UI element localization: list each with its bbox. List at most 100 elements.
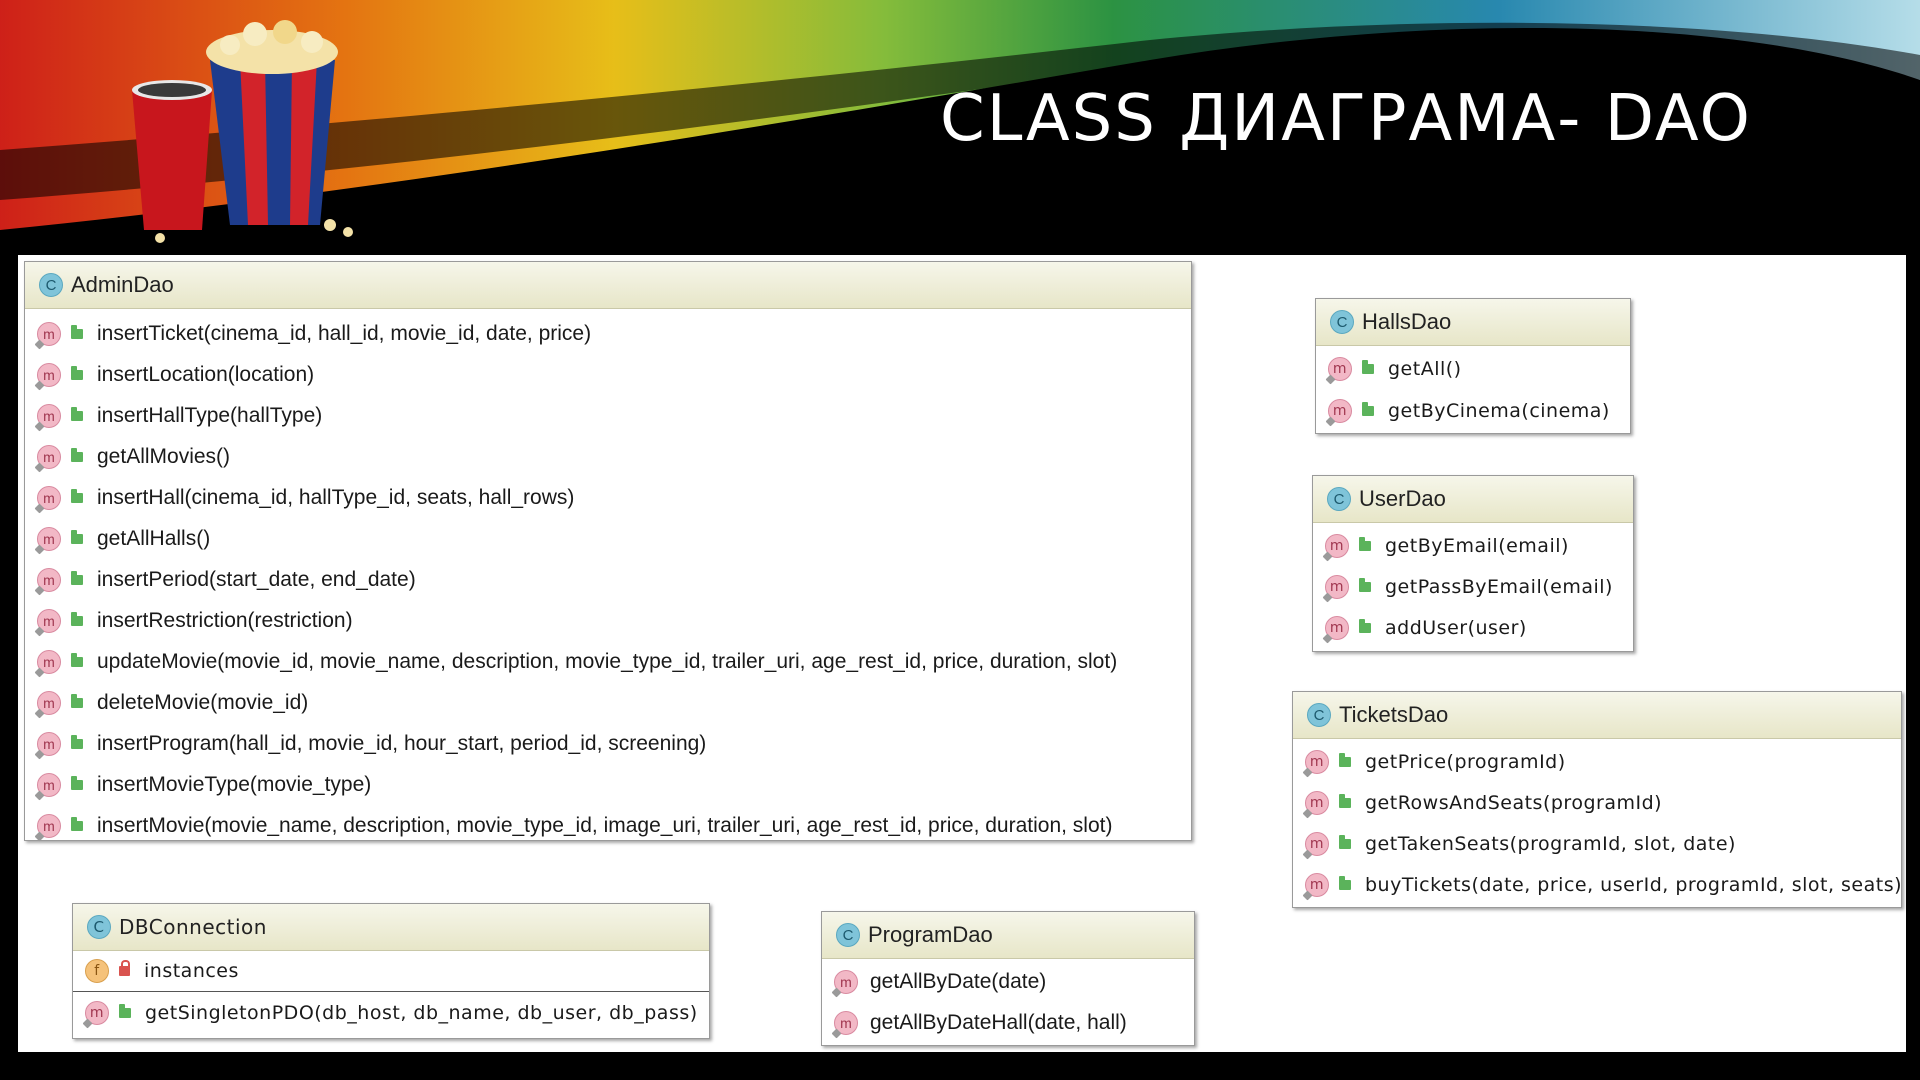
method-signature: insertHallType(hallType) — [97, 403, 323, 427]
public-visibility-icon — [1339, 752, 1351, 767]
method-signature: buyTickets(date, price, userId, programI… — [1365, 873, 1901, 896]
public-visibility-icon — [71, 816, 83, 831]
method-signature: insertRestriction(restriction) — [97, 608, 353, 632]
methods-compartment: m getAll() m getByCinema(cinema) — [1316, 346, 1630, 432]
method-icon: m — [85, 1001, 109, 1025]
public-visibility-icon — [71, 529, 83, 544]
popcorn-and-cup-illustration — [132, 20, 353, 243]
method-row: m insertMovieType(movie_type) — [25, 764, 1191, 805]
method-signature: insertPeriod(start_date, end_date) — [97, 567, 416, 591]
method-row: m getSingletonPDO(db_host, db_name, db_us… — [73, 992, 709, 1034]
method-row: m insertTicket(cinema_id, hall_id, movie_… — [25, 313, 1191, 354]
method-row: m buyTickets(date, price, userId, program… — [1293, 864, 1901, 905]
class-name: UserDao — [1359, 486, 1446, 511]
method-row: m insertHallType(hallType) — [25, 395, 1191, 436]
class-icon: C — [87, 915, 111, 939]
class-admin-dao: C AdminDao m insertTicket(cinema_id, hall… — [24, 261, 1192, 841]
method-signature: getAll() — [1388, 358, 1462, 380]
method-icon: m — [1325, 615, 1349, 640]
slide-title: CLASS ДИАГРАМА- DAO — [940, 82, 1752, 156]
diagram-canvas: C AdminDao m insertTicket(cinema_id, hall… — [18, 255, 1906, 1052]
fields-compartment: f instances — [73, 951, 709, 991]
method-icon: m — [37, 567, 61, 592]
method-row: m getAllMovies() — [25, 436, 1191, 477]
method-row: m getPrice(programId) — [1293, 741, 1901, 782]
method-signature: insertProgram(hall_id, movie_id, hour_st… — [97, 731, 707, 755]
class-icon: C — [1307, 703, 1331, 727]
method-signature: getTakenSeats(programId, slot, date) — [1365, 832, 1736, 855]
method-signature: getPassByEmail(email) — [1385, 575, 1613, 598]
slide-header: CLASS ДИАГРАМА- DAO — [0, 0, 1920, 255]
public-visibility-icon — [1359, 618, 1371, 633]
method-icon: m — [37, 690, 61, 715]
slide-bottom-band — [0, 1052, 1920, 1080]
method-row: m insertPeriod(start_date, end_date) — [25, 559, 1191, 600]
method-signature: getPrice(programId) — [1365, 750, 1566, 773]
method-row: m insertHall(cinema_id, hallType_id, seat… — [25, 477, 1191, 518]
method-row: m getAllByDate(date) — [822, 961, 1194, 1002]
class-header: C ProgramDao — [822, 912, 1194, 959]
method-signature: insertTicket(cinema_id, hall_id, movie_i… — [97, 321, 592, 345]
method-row: m deleteMovie(movie_id) — [25, 682, 1191, 723]
public-visibility-icon — [119, 1004, 131, 1018]
method-signature: updateMovie(movie_id, movie_name, descri… — [97, 649, 1118, 673]
class-icon: C — [1327, 487, 1351, 511]
method-row: m getAll() — [1316, 348, 1630, 390]
method-signature: insertMovie(movie_name, description, mov… — [97, 813, 1113, 837]
method-signature: getRowsAndSeats(programId) — [1365, 791, 1663, 814]
class-header: C HallsDao — [1316, 299, 1630, 346]
public-visibility-icon — [71, 406, 83, 421]
class-header: C DBConnection — [73, 904, 709, 951]
method-row: m insertRestriction(restriction) — [25, 600, 1191, 641]
method-icon: m — [1305, 831, 1329, 856]
method-signature: getAllHalls() — [97, 526, 211, 550]
class-icon: C — [1330, 310, 1354, 334]
class-tickets-dao: C TicketsDao m getPrice(programId) m getRo… — [1292, 691, 1902, 908]
method-signature: insertHall(cinema_id, hallType_id, seats… — [97, 485, 575, 509]
public-visibility-icon — [71, 693, 83, 708]
class-name: TicketsDao — [1339, 702, 1449, 727]
class-header: C TicketsDao — [1293, 692, 1901, 739]
method-row: m getAllByDateHall(date, hall) — [822, 1002, 1194, 1043]
method-signature: insertMovieType(movie_type) — [97, 772, 372, 796]
class-name: DBConnection — [119, 915, 267, 939]
method-icon: m — [1305, 790, 1329, 815]
public-visibility-icon — [1362, 402, 1374, 416]
class-name: AdminDao — [71, 272, 174, 297]
method-row: m getByCinema(cinema) — [1316, 390, 1630, 432]
method-row: m getPassByEmail(email) — [1313, 566, 1633, 607]
public-visibility-icon — [1339, 793, 1351, 808]
method-icon: m — [1328, 399, 1352, 423]
public-visibility-icon — [71, 570, 83, 585]
method-signature: getAllMovies() — [97, 444, 231, 468]
method-icon: m — [37, 403, 61, 428]
method-icon: m — [37, 772, 61, 797]
method-icon: m — [1305, 749, 1329, 774]
public-visibility-icon — [71, 652, 83, 667]
methods-compartment: m insertTicket(cinema_id, hall_id, movie_… — [25, 309, 1191, 846]
class-header: C UserDao — [1313, 476, 1633, 523]
method-icon: m — [37, 526, 61, 551]
public-visibility-icon — [1339, 875, 1351, 890]
method-row: m getRowsAndSeats(programId) — [1293, 782, 1901, 823]
class-user-dao: C UserDao m getByEmail(email) m getPassByE… — [1312, 475, 1634, 652]
field-icon: f — [85, 959, 109, 983]
public-visibility-icon — [71, 324, 83, 339]
methods-compartment: m getPrice(programId) m getRowsAndSeats(pr… — [1293, 739, 1901, 905]
method-icon: m — [37, 731, 61, 756]
method-icon: m — [834, 1010, 858, 1035]
public-visibility-icon — [71, 365, 83, 380]
method-row: m updateMovie(movie_id, movie_name, descr… — [25, 641, 1191, 682]
public-visibility-icon — [71, 488, 83, 503]
method-icon: m — [37, 321, 61, 346]
public-visibility-icon — [71, 775, 83, 790]
class-icon: C — [836, 923, 860, 947]
method-signature: deleteMovie(movie_id) — [97, 690, 309, 714]
public-visibility-icon — [71, 447, 83, 462]
method-icon: m — [1325, 574, 1349, 599]
methods-compartment: m getSingletonPDO(db_host, db_name, db_us… — [73, 991, 709, 1034]
method-icon: m — [1328, 357, 1352, 381]
method-signature: getByEmail(email) — [1385, 534, 1569, 557]
method-icon: m — [37, 608, 61, 633]
method-row: m insertMovie(movie_name, description, mo… — [25, 805, 1191, 846]
